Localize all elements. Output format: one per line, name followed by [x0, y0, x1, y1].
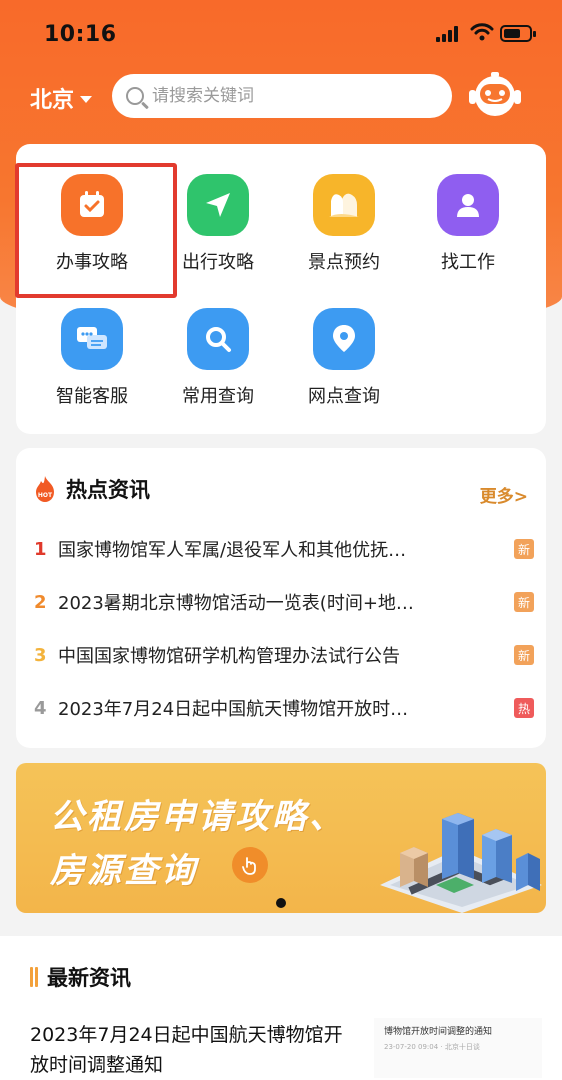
news-item[interactable]: 3 中国国家博物馆研学机构管理办法试行公告 新 [34, 640, 534, 670]
latest-news-item-title[interactable]: 2023年7月24日起中国航天博物馆开放时间调整通知 [30, 1020, 350, 1080]
news-tag: 新 [514, 539, 534, 559]
news-tag: 新 [514, 645, 534, 665]
service-label: 办事攻略 [56, 252, 128, 273]
service-label: 智能客服 [56, 386, 128, 407]
news-text: 国家博物馆军人军属/退役军人和其他优抚… [58, 540, 407, 561]
city-selector[interactable]: 北京 [30, 82, 93, 114]
city-illustration [380, 813, 542, 913]
battery-icon [500, 25, 536, 42]
banner-line1: 公租房申请攻略、 [50, 797, 346, 837]
city-label: 北京 [30, 88, 75, 113]
news-item[interactable]: 2 2023暑期北京博物馆活动一览表(时间+地… 新 [34, 587, 534, 617]
thumbnail-title: 博物馆开放时间调整的通知 [384, 1027, 493, 1037]
news-rank: 4 [34, 697, 47, 719]
service-label: 网点查询 [308, 386, 380, 407]
news-tag: 热 [514, 698, 534, 718]
robot-assistant-icon[interactable] [468, 70, 522, 120]
flame-icon: HOT [36, 476, 54, 502]
wifi-icon [470, 23, 494, 41]
service-banshi-gonglue[interactable]: 办事攻略 [32, 174, 152, 274]
calendar-check-icon [61, 174, 123, 236]
news-item[interactable]: 1 国家博物馆军人军属/退役军人和其他优抚… 新 [34, 534, 534, 564]
news-tag: 新 [514, 592, 534, 612]
promo-banner[interactable]: 公租房申请攻略、 房源查询 [16, 763, 546, 913]
location-pin-icon [313, 308, 375, 370]
cellular-signal-icon [436, 26, 458, 42]
news-rank: 3 [34, 644, 47, 666]
person-icon [437, 174, 499, 236]
caret-down-icon [80, 95, 93, 103]
service-chuxing-gonglue[interactable]: 出行攻略 [158, 174, 278, 274]
latest-news-thumbnail[interactable]: 博物馆开放时间调整的通知 23-07-20 09:04 · 北京十日谈 [374, 1018, 542, 1078]
paper-plane-icon [187, 174, 249, 236]
news-text: 2023年7月24日起中国航天博物馆开放时… [58, 699, 409, 720]
hot-badge: HOT [38, 492, 53, 499]
magnifier-icon [187, 308, 249, 370]
latest-news-card: 最新资讯 2023年7月24日起中国航天博物馆开放时间调整通知 博物馆开放时间调… [0, 936, 562, 1080]
banner-line2: 房源查询 [50, 851, 198, 891]
more-link[interactable]: 更多> [480, 482, 528, 507]
section-marker-icon [30, 967, 39, 987]
news-item[interactable]: 4 2023年7月24日起中国航天博物馆开放时… 热 [34, 693, 534, 723]
latest-news-header: 最新资讯 [30, 962, 131, 992]
chat-bubbles-icon [61, 308, 123, 370]
news-rank: 1 [34, 538, 47, 560]
status-bar: 10:16 [0, 0, 562, 70]
service-wangdian-chaxun[interactable]: 网点查询 [284, 308, 404, 408]
mountain-icon [313, 174, 375, 236]
service-zhineng-kefu[interactable]: 智能客服 [32, 308, 152, 408]
thumbnail-meta: 23-07-20 09:04 · 北京十日谈 [384, 1043, 480, 1051]
service-changyong-chaxun[interactable]: 常用查询 [158, 308, 278, 408]
news-text: 中国国家博物馆研学机构管理办法试行公告 [58, 646, 400, 667]
hand-tap-icon [232, 847, 268, 883]
carousel-indicator[interactable] [276, 898, 286, 908]
news-text: 2023暑期北京博物馆活动一览表(时间+地… [58, 593, 414, 614]
latest-news-title: 最新资讯 [47, 966, 131, 990]
search-bar[interactable] [112, 74, 452, 118]
hot-news-title: 热点资讯 [66, 478, 150, 502]
service-label: 出行攻略 [182, 252, 254, 273]
service-label: 常用查询 [182, 386, 254, 407]
news-rank: 2 [34, 591, 47, 613]
service-zhao-gongzuo[interactable]: 找工作 [408, 174, 528, 274]
service-label: 景点预约 [308, 252, 380, 273]
service-label: 找工作 [441, 252, 495, 273]
search-input[interactable] [152, 86, 422, 106]
status-time: 10:16 [44, 22, 117, 47]
search-icon [126, 87, 144, 105]
service-jingdian-yuyue[interactable]: 景点预约 [284, 174, 404, 274]
hot-news-header: HOT 热点资讯 [32, 474, 150, 504]
